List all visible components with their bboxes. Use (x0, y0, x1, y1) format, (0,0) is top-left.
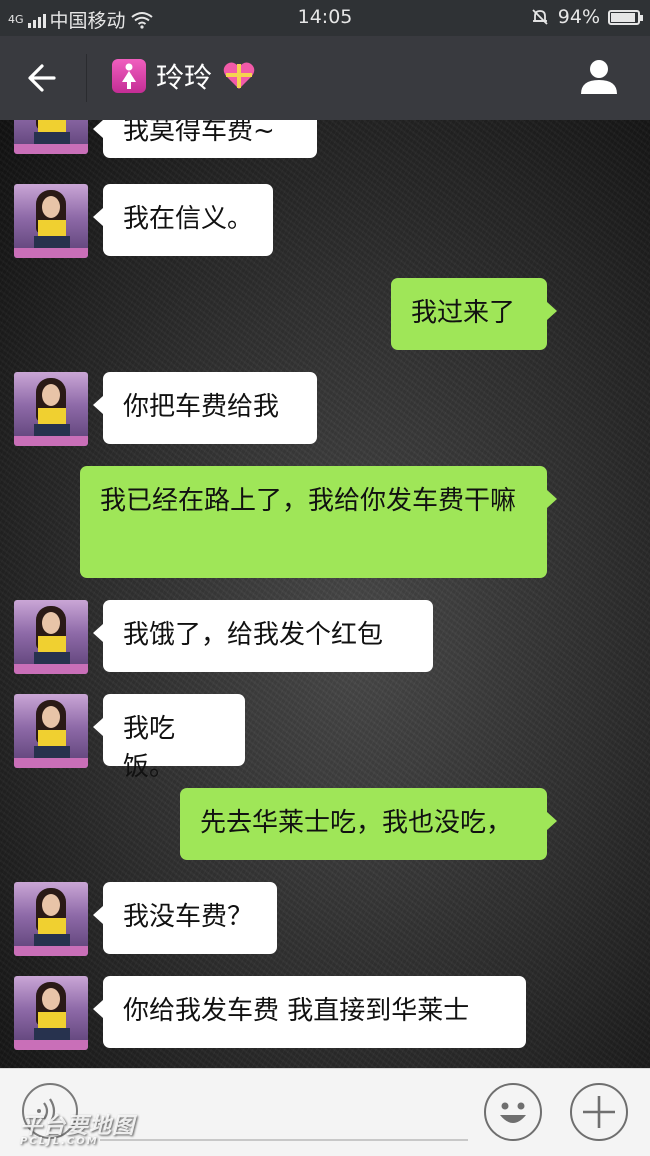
mute-bell-icon (532, 9, 548, 25)
contact-name: 玲玲 (156, 61, 213, 94)
status-right: 94% (530, 6, 643, 28)
battery-fill (611, 12, 636, 22)
back-arrow-icon[interactable] (24, 56, 68, 100)
heart-gift-icon (223, 62, 255, 89)
message-bubble-incoming[interactable]: 我在信义。 (93, 184, 273, 256)
emoji-icon[interactable] (484, 1083, 542, 1141)
avatar[interactable] (14, 184, 88, 258)
chat-header: 玲玲 (0, 36, 650, 120)
avatar[interactable] (14, 120, 88, 154)
message-bubble-incoming[interactable]: 你把车费给我 (93, 372, 317, 444)
battery-percent: 94% (557, 6, 600, 28)
chat-title: 玲玲 (112, 56, 256, 96)
plus-icon[interactable] (570, 1083, 628, 1141)
avatar[interactable] (14, 694, 88, 768)
message-bubble-incoming[interactable]: 你给我发车费 我直接到华莱士 (93, 976, 526, 1048)
header-divider (86, 54, 87, 102)
avatar[interactable] (14, 372, 88, 446)
message-bubble-outgoing[interactable]: 我过来了 (391, 278, 557, 350)
message-bubble-outgoing[interactable]: 先去华莱士吃，我也没吃， (180, 788, 557, 860)
avatar[interactable] (14, 976, 88, 1050)
status-bar: 4G 中国移动 14:05 94% (0, 0, 650, 36)
avatar[interactable] (14, 600, 88, 674)
chat-area[interactable]: 我莫得车费~ 我在信义。 我过来了 你把车费给我 我已经在路上了，我给你发车费干… (0, 120, 650, 1068)
message-bubble-incoming[interactable]: 我莫得车费~ (93, 120, 317, 158)
watermark: 平台要地图 PCLJL.COM (20, 1108, 135, 1147)
battery-icon (608, 9, 643, 25)
message-bubble-incoming[interactable]: 我吃饭。 (93, 694, 245, 782)
profile-icon[interactable] (578, 56, 620, 98)
message-bubble-outgoing[interactable]: 我已经在路上了，我给你发车费干嘛 (80, 466, 557, 578)
message-input[interactable] (100, 1139, 468, 1141)
message-bubble-incoming[interactable]: 我没车费？ (93, 882, 277, 954)
avatar[interactable] (14, 882, 88, 956)
female-icon (112, 59, 146, 93)
message-bubble-incoming[interactable]: 我饿了，给我发个红包 (93, 600, 433, 672)
